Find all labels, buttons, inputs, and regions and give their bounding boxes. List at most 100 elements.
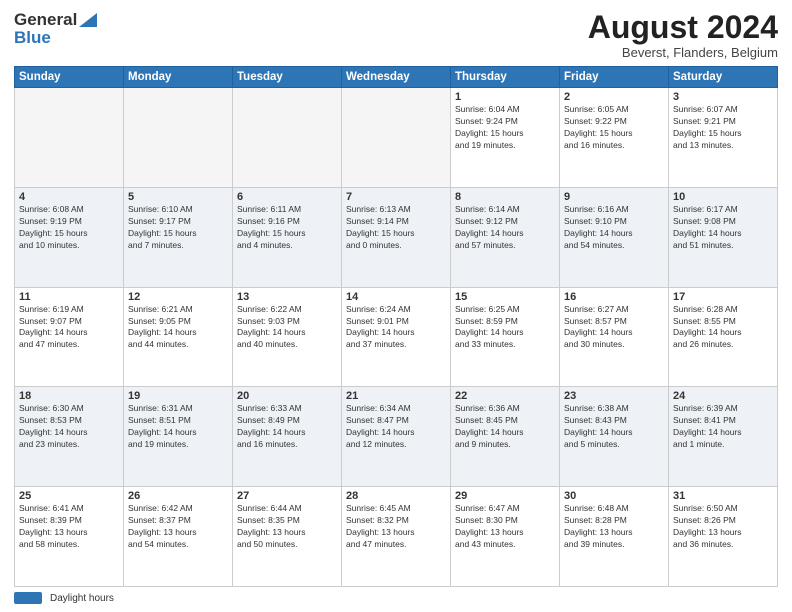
day-number: 1 [455,91,555,103]
calendar-day-cell: 27Sunrise: 6:44 AM Sunset: 8:35 PM Dayli… [233,487,342,587]
header: General Blue August 2024 Beverst, Flande… [14,10,778,60]
day-info: Sunrise: 6:13 AM Sunset: 9:14 PM Dayligh… [346,204,446,252]
day-number: 31 [673,490,773,502]
calendar-day-cell: 22Sunrise: 6:36 AM Sunset: 8:45 PM Dayli… [451,387,560,487]
day-number: 14 [346,291,446,303]
day-number: 20 [237,390,337,402]
day-info: Sunrise: 6:16 AM Sunset: 9:10 PM Dayligh… [564,204,664,252]
header-row: Sunday Monday Tuesday Wednesday Thursday… [15,67,778,88]
day-info: Sunrise: 6:04 AM Sunset: 9:24 PM Dayligh… [455,104,555,152]
calendar-day-cell: 4Sunrise: 6:08 AM Sunset: 9:19 PM Daylig… [15,187,124,287]
calendar-week-row: 11Sunrise: 6:19 AM Sunset: 9:07 PM Dayli… [15,287,778,387]
day-info: Sunrise: 6:42 AM Sunset: 8:37 PM Dayligh… [128,503,228,551]
day-number: 6 [237,191,337,203]
calendar-table: Sunday Monday Tuesday Wednesday Thursday… [14,66,778,587]
day-number: 4 [19,191,119,203]
day-info: Sunrise: 6:07 AM Sunset: 9:21 PM Dayligh… [673,104,773,152]
day-number: 27 [237,490,337,502]
page-container: General Blue August 2024 Beverst, Flande… [0,0,792,612]
calendar-day-cell: 8Sunrise: 6:14 AM Sunset: 9:12 PM Daylig… [451,187,560,287]
calendar-day-cell: 9Sunrise: 6:16 AM Sunset: 9:10 PM Daylig… [560,187,669,287]
day-info: Sunrise: 6:17 AM Sunset: 9:08 PM Dayligh… [673,204,773,252]
day-info: Sunrise: 6:21 AM Sunset: 9:05 PM Dayligh… [128,304,228,352]
calendar-week-row: 18Sunrise: 6:30 AM Sunset: 8:53 PM Dayli… [15,387,778,487]
col-sunday: Sunday [15,67,124,88]
day-info: Sunrise: 6:14 AM Sunset: 9:12 PM Dayligh… [455,204,555,252]
empty-cell [124,88,233,188]
day-number: 25 [19,490,119,502]
day-number: 12 [128,291,228,303]
day-number: 15 [455,291,555,303]
logo-blue: Blue [14,28,51,48]
day-info: Sunrise: 6:44 AM Sunset: 8:35 PM Dayligh… [237,503,337,551]
day-number: 10 [673,191,773,203]
day-info: Sunrise: 6:31 AM Sunset: 8:51 PM Dayligh… [128,403,228,451]
calendar-day-cell: 25Sunrise: 6:41 AM Sunset: 8:39 PM Dayli… [15,487,124,587]
calendar-day-cell: 30Sunrise: 6:48 AM Sunset: 8:28 PM Dayli… [560,487,669,587]
calendar-day-cell: 15Sunrise: 6:25 AM Sunset: 8:59 PM Dayli… [451,287,560,387]
logo-general: General [14,10,77,30]
day-number: 19 [128,390,228,402]
day-info: Sunrise: 6:08 AM Sunset: 9:19 PM Dayligh… [19,204,119,252]
footer: Daylight hours [14,592,778,604]
day-number: 2 [564,91,664,103]
calendar-day-cell: 17Sunrise: 6:28 AM Sunset: 8:55 PM Dayli… [669,287,778,387]
calendar-day-cell: 14Sunrise: 6:24 AM Sunset: 9:01 PM Dayli… [342,287,451,387]
calendar-week-row: 4Sunrise: 6:08 AM Sunset: 9:19 PM Daylig… [15,187,778,287]
day-info: Sunrise: 6:48 AM Sunset: 8:28 PM Dayligh… [564,503,664,551]
day-number: 29 [455,490,555,502]
day-number: 23 [564,390,664,402]
day-info: Sunrise: 6:45 AM Sunset: 8:32 PM Dayligh… [346,503,446,551]
calendar-week-row: 1Sunrise: 6:04 AM Sunset: 9:24 PM Daylig… [15,88,778,188]
day-info: Sunrise: 6:30 AM Sunset: 8:53 PM Dayligh… [19,403,119,451]
calendar-day-cell: 13Sunrise: 6:22 AM Sunset: 9:03 PM Dayli… [233,287,342,387]
calendar-header: Sunday Monday Tuesday Wednesday Thursday… [15,67,778,88]
day-info: Sunrise: 6:41 AM Sunset: 8:39 PM Dayligh… [19,503,119,551]
day-number: 22 [455,390,555,402]
calendar-body: 1Sunrise: 6:04 AM Sunset: 9:24 PM Daylig… [15,88,778,587]
calendar-day-cell: 23Sunrise: 6:38 AM Sunset: 8:43 PM Dayli… [560,387,669,487]
logo-icon [79,13,97,27]
title-section: August 2024 Beverst, Flanders, Belgium [588,10,778,60]
day-info: Sunrise: 6:39 AM Sunset: 8:41 PM Dayligh… [673,403,773,451]
day-number: 8 [455,191,555,203]
day-info: Sunrise: 6:47 AM Sunset: 8:30 PM Dayligh… [455,503,555,551]
calendar-day-cell: 6Sunrise: 6:11 AM Sunset: 9:16 PM Daylig… [233,187,342,287]
calendar-day-cell: 28Sunrise: 6:45 AM Sunset: 8:32 PM Dayli… [342,487,451,587]
col-monday: Monday [124,67,233,88]
day-info: Sunrise: 6:10 AM Sunset: 9:17 PM Dayligh… [128,204,228,252]
day-info: Sunrise: 6:28 AM Sunset: 8:55 PM Dayligh… [673,304,773,352]
day-info: Sunrise: 6:11 AM Sunset: 9:16 PM Dayligh… [237,204,337,252]
day-info: Sunrise: 6:05 AM Sunset: 9:22 PM Dayligh… [564,104,664,152]
col-tuesday: Tuesday [233,67,342,88]
day-info: Sunrise: 6:24 AM Sunset: 9:01 PM Dayligh… [346,304,446,352]
day-number: 11 [19,291,119,303]
day-number: 30 [564,490,664,502]
day-number: 5 [128,191,228,203]
calendar-day-cell: 20Sunrise: 6:33 AM Sunset: 8:49 PM Dayli… [233,387,342,487]
calendar-day-cell: 21Sunrise: 6:34 AM Sunset: 8:47 PM Dayli… [342,387,451,487]
day-number: 13 [237,291,337,303]
day-info: Sunrise: 6:36 AM Sunset: 8:45 PM Dayligh… [455,403,555,451]
day-info: Sunrise: 6:50 AM Sunset: 8:26 PM Dayligh… [673,503,773,551]
day-number: 3 [673,91,773,103]
day-info: Sunrise: 6:38 AM Sunset: 8:43 PM Dayligh… [564,403,664,451]
legend-color-box [14,592,42,604]
day-info: Sunrise: 6:27 AM Sunset: 8:57 PM Dayligh… [564,304,664,352]
logo: General Blue [14,10,97,48]
calendar-day-cell: 7Sunrise: 6:13 AM Sunset: 9:14 PM Daylig… [342,187,451,287]
day-number: 24 [673,390,773,402]
day-number: 17 [673,291,773,303]
day-info: Sunrise: 6:19 AM Sunset: 9:07 PM Dayligh… [19,304,119,352]
day-info: Sunrise: 6:22 AM Sunset: 9:03 PM Dayligh… [237,304,337,352]
calendar-day-cell: 26Sunrise: 6:42 AM Sunset: 8:37 PM Dayli… [124,487,233,587]
day-number: 9 [564,191,664,203]
calendar-week-row: 25Sunrise: 6:41 AM Sunset: 8:39 PM Dayli… [15,487,778,587]
legend-label: Daylight hours [50,593,114,604]
col-friday: Friday [560,67,669,88]
day-number: 21 [346,390,446,402]
calendar-day-cell: 5Sunrise: 6:10 AM Sunset: 9:17 PM Daylig… [124,187,233,287]
calendar-day-cell: 1Sunrise: 6:04 AM Sunset: 9:24 PM Daylig… [451,88,560,188]
calendar-day-cell: 31Sunrise: 6:50 AM Sunset: 8:26 PM Dayli… [669,487,778,587]
day-info: Sunrise: 6:34 AM Sunset: 8:47 PM Dayligh… [346,403,446,451]
